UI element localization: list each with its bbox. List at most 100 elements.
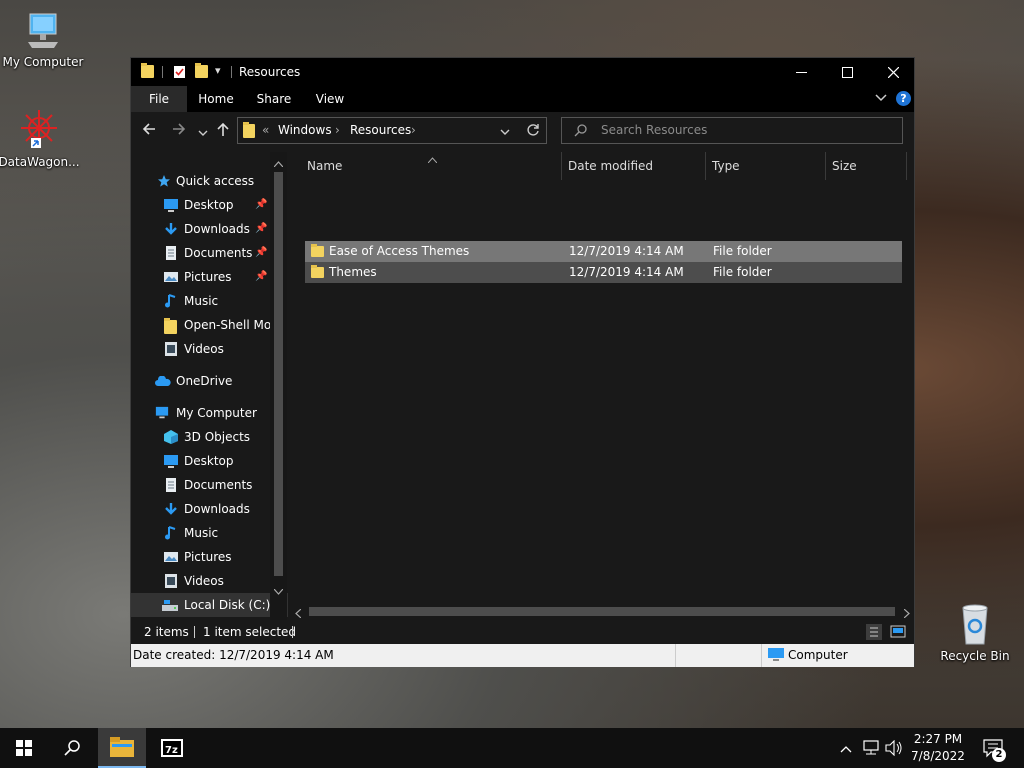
close-icon	[887, 66, 899, 78]
clock[interactable]: 2:27 PM 7/8/2022	[908, 731, 968, 765]
file-row[interactable]: Ease of Access Themes 12/7/2019 4:14 AM …	[305, 241, 902, 262]
nav-pc-local-disk[interactable]: Local Disk (C:)	[131, 593, 288, 617]
file-explorer-window: ▾ Resources File Home Share View ? « Win…	[130, 57, 915, 667]
large-icons-view-icon[interactable]	[890, 624, 906, 643]
pin-icon[interactable]: 📌	[255, 217, 267, 241]
new-folder-icon[interactable]	[195, 63, 209, 79]
column-header-name[interactable]: Name	[301, 152, 562, 180]
up-icon[interactable]	[216, 122, 230, 141]
pin-icon[interactable]: 📌	[255, 193, 267, 217]
download-icon	[165, 503, 177, 515]
nav-pc-documents[interactable]: Documents	[131, 473, 288, 497]
forward-icon[interactable]	[172, 122, 186, 140]
tab-file[interactable]: File	[131, 86, 187, 112]
nav-pc-downloads[interactable]: Downloads	[131, 497, 288, 521]
clock-date: 7/8/2022	[911, 749, 965, 763]
details-divider	[675, 644, 676, 667]
minimize-icon	[795, 71, 807, 73]
music-icon	[165, 294, 176, 308]
taskbar-file-explorer[interactable]	[98, 728, 146, 768]
show-hidden-icons-icon[interactable]	[840, 742, 852, 756]
column-header-size[interactable]: Size	[826, 152, 907, 180]
tab-share[interactable]: Share	[251, 86, 297, 112]
selection-count: 1 item selected	[203, 625, 297, 639]
file-row[interactable]: Themes 12/7/2019 4:14 AM File folder	[305, 262, 902, 283]
desktop-icon-my-computer[interactable]: My Computer	[0, 12, 86, 69]
scroll-thumb[interactable]	[309, 607, 895, 616]
nav-pc-desktop[interactable]: Desktop	[131, 449, 288, 473]
address-history-icon[interactable]	[500, 126, 510, 140]
customize-quick-access-icon[interactable]: ▾	[215, 64, 221, 77]
nav-quick-open-shell[interactable]: Open-Shell Mod	[131, 313, 288, 337]
date-created: Date created: 12/7/2019 4:14 AM	[133, 648, 334, 662]
svg-text:7z: 7z	[165, 745, 178, 756]
back-icon[interactable]	[142, 122, 156, 140]
nav-quick-pictures[interactable]: Pictures 📌	[131, 265, 288, 289]
maximize-button[interactable]	[824, 58, 870, 86]
minimize-button[interactable]	[778, 58, 824, 86]
scroll-left-icon[interactable]	[295, 607, 302, 621]
nav-label: OneDrive	[176, 374, 233, 388]
properties-icon[interactable]	[173, 65, 187, 79]
address-overflow[interactable]: «	[262, 123, 269, 137]
nav-quick-music[interactable]: Music	[131, 289, 288, 313]
nav-pc-videos[interactable]: Videos	[131, 569, 288, 593]
expand-ribbon-icon[interactable]	[875, 91, 887, 106]
tab-view[interactable]: View	[307, 86, 353, 112]
nav-pc-3d-objects[interactable]: 3D Objects	[131, 425, 288, 449]
title-bar[interactable]: ▾ Resources	[131, 58, 914, 86]
refresh-icon[interactable]	[526, 123, 540, 140]
star-icon	[158, 175, 170, 187]
column-header-date-modified[interactable]: Date modified	[562, 152, 706, 180]
scroll-up-icon[interactable]	[273, 156, 284, 170]
address-bar[interactable]: « Windows › Resources ›	[237, 117, 547, 144]
nav-onedrive[interactable]: OneDrive	[131, 369, 288, 393]
search-button[interactable]	[48, 728, 96, 768]
column-header-type[interactable]: Type	[706, 152, 826, 180]
scroll-down-icon[interactable]	[273, 584, 284, 598]
status-divider	[292, 626, 293, 638]
desktop-icon-datawagon[interactable]: DataWagon...	[0, 106, 82, 169]
file-name: Ease of Access Themes	[329, 244, 470, 258]
folder-icon	[243, 122, 255, 141]
close-button[interactable]	[870, 58, 916, 86]
scroll-thumb[interactable]	[274, 172, 283, 576]
recent-locations-icon[interactable]	[198, 124, 208, 142]
nav-quick-desktop[interactable]: Desktop 📌	[131, 193, 288, 217]
file-list-horizontal-scrollbar[interactable]	[289, 603, 914, 620]
maximize-icon	[841, 66, 853, 78]
nav-scrollbar[interactable]	[270, 152, 287, 620]
nav-quick-downloads[interactable]: Downloads 📌	[131, 217, 288, 241]
drive-icon	[162, 600, 178, 611]
nav-label: Open-Shell Mod	[184, 318, 279, 332]
scroll-right-icon[interactable]	[903, 607, 910, 621]
nav-quick-videos[interactable]: Videos	[131, 337, 288, 361]
desktop-icon-label: Recycle Bin	[940, 649, 1010, 663]
help-icon[interactable]: ?	[896, 91, 911, 106]
taskbar-7zip[interactable]: 7z	[148, 728, 196, 768]
nav-label: Documents	[184, 246, 253, 260]
search-input[interactable]: Search Resources	[601, 123, 707, 137]
network-icon[interactable]	[862, 740, 880, 759]
pin-icon[interactable]: 📌	[255, 265, 267, 289]
breadcrumb-resources[interactable]: Resources	[350, 123, 411, 137]
nav-pc-pictures[interactable]: Pictures	[131, 545, 288, 569]
nav-quick-access[interactable]: Quick access	[131, 169, 288, 193]
nav-label: Quick access	[176, 174, 255, 188]
volume-icon[interactable]	[885, 739, 903, 759]
datawagon-shortcut-icon	[21, 110, 57, 148]
nav-pc-music[interactable]: Music	[131, 521, 288, 545]
start-button[interactable]	[0, 728, 48, 768]
window-title: Resources	[239, 65, 301, 79]
location-label: Computer	[788, 648, 848, 662]
desktop-icon-recycle-bin[interactable]: Recycle Bin	[932, 602, 1018, 663]
computer-icon	[768, 648, 784, 665]
onedrive-icon	[155, 376, 171, 386]
nav-this-pc[interactable]: My Computer	[131, 401, 288, 425]
nav-quick-documents[interactable]: Documents 📌	[131, 241, 288, 265]
pin-icon[interactable]: 📌	[255, 241, 267, 265]
tab-home[interactable]: Home	[193, 86, 239, 112]
breadcrumb-windows[interactable]: Windows	[278, 123, 332, 137]
search-box[interactable]: Search Resources	[561, 117, 903, 144]
details-view-icon[interactable]	[866, 624, 882, 640]
